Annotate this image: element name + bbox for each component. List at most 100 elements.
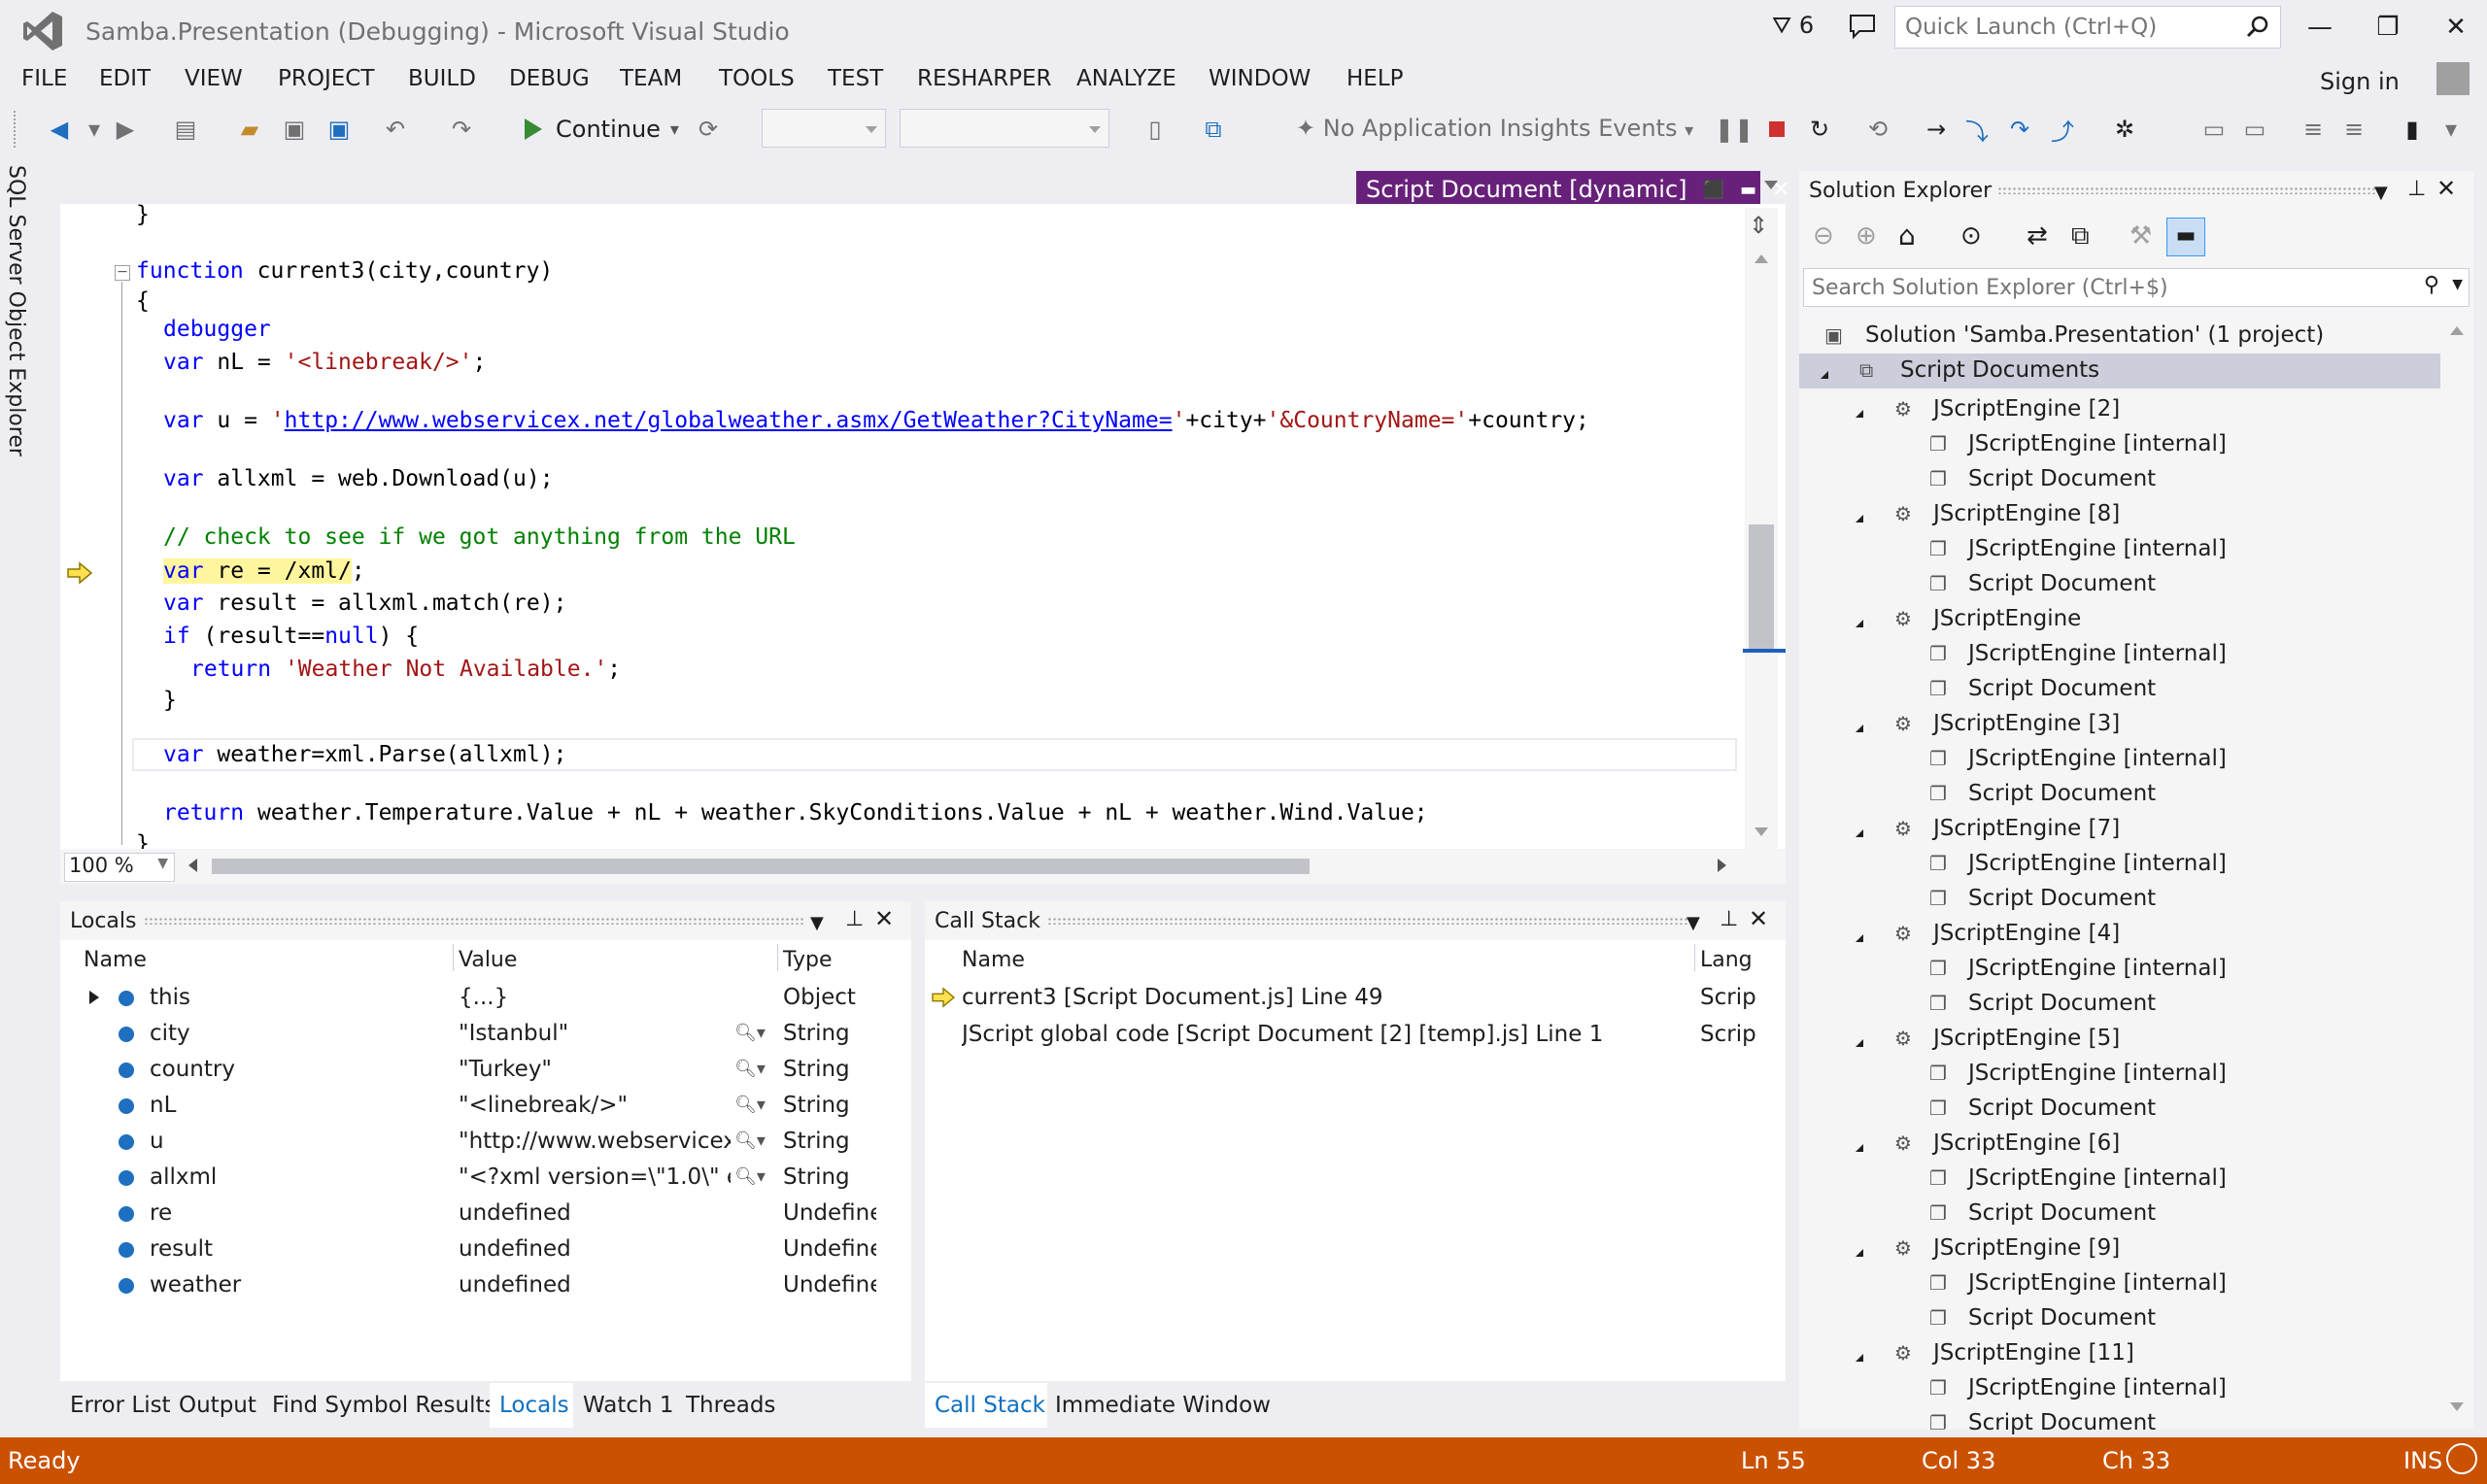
properties-icon[interactable]: ⚒	[2129, 221, 2152, 251]
navigate-forward-button[interactable]: ▶	[109, 113, 142, 146]
attach-button[interactable]: ⧉	[1197, 113, 1230, 146]
script-node[interactable]: JScriptEngine [internal]	[1968, 431, 2227, 456]
tab-immediate-window[interactable]: Immediate Window	[1055, 1393, 1271, 1418]
call-stack-frame-name[interactable]: current3 [Script Document.js] Line 49	[962, 985, 1383, 1010]
redo-button[interactable]: ↷	[445, 113, 478, 146]
engine-label[interactable]: JScriptEngine [11]	[1933, 1340, 2134, 1366]
call-stack-frame-lang[interactable]: Scrip	[1700, 1022, 1758, 1047]
visualizer-icon[interactable]: 🔍︎▾	[734, 1130, 766, 1151]
expanded-triangle-icon[interactable]	[1821, 363, 1828, 379]
pin-icon[interactable]: ⬛	[1703, 180, 1724, 200]
comment-button[interactable]: ≡	[2297, 113, 2330, 146]
script-node[interactable]: Script Document	[1968, 466, 2156, 491]
local-value[interactable]: "Turkey"	[459, 1057, 731, 1082]
refresh-button[interactable]: ⟳	[692, 113, 725, 146]
restart-button[interactable]: ↻	[1803, 113, 1836, 146]
close-panel-icon[interactable]: ✕	[874, 905, 894, 932]
format-button[interactable]: ▭	[2197, 113, 2231, 146]
expanded-triangle-icon[interactable]	[1856, 717, 1863, 732]
call-stack-frame-lang[interactable]: Scrip	[1700, 985, 1758, 1010]
expanded-triangle-icon[interactable]	[1856, 1346, 1863, 1362]
local-value[interactable]: undefined	[459, 1236, 731, 1262]
engine-label[interactable]: JScriptEngine [7]	[1933, 816, 2120, 841]
close-window-button[interactable]: ✕	[2429, 8, 2483, 47]
script-node[interactable]: Script Document	[1968, 886, 2156, 911]
quick-launch[interactable]	[1894, 6, 2281, 49]
back-icon[interactable]: ⊖	[1813, 221, 1834, 251]
solution-tree-scrollbar[interactable]	[2446, 319, 2470, 1426]
local-value[interactable]: {...}	[459, 985, 731, 1010]
engine-label[interactable]: JScriptEngine [4]	[1933, 921, 2120, 946]
editor-margin[interactable]	[60, 208, 119, 853]
tab-error-list[interactable]: Error List	[70, 1393, 171, 1418]
menu-project[interactable]: PROJECT	[278, 66, 374, 91]
solution-node[interactable]: Solution 'Samba.Presentation' (1 project…	[1865, 322, 2324, 348]
script-node[interactable]: JScriptEngine [internal]	[1968, 1270, 2227, 1296]
notifications-button[interactable]: ⛛ 6	[1772, 12, 1814, 39]
expanded-triangle-icon[interactable]	[1856, 1136, 1863, 1152]
step-into-button[interactable]: ⤵	[1960, 113, 1993, 146]
solution-platform-select[interactable]	[900, 109, 1109, 148]
step-over-button[interactable]: ↷	[2003, 113, 2036, 146]
solution-search-input[interactable]	[1804, 269, 2397, 306]
script-node[interactable]: JScriptEngine [internal]	[1968, 536, 2227, 561]
pin-icon[interactable]: ⊥	[845, 907, 864, 931]
menu-file[interactable]: FILE	[21, 66, 67, 91]
menu-view[interactable]: VIEW	[185, 66, 243, 91]
panel-menu-icon[interactable]: ▼	[2374, 183, 2388, 203]
show-next-statement-button[interactable]: →	[1920, 113, 1953, 146]
breakpoints-button[interactable]: ✲	[2108, 113, 2141, 146]
scroll-right-icon[interactable]	[1718, 859, 1726, 872]
tab-watch-1[interactable]: Watch 1	[583, 1393, 674, 1418]
script-node[interactable]: Script Document	[1968, 571, 2156, 596]
avatar[interactable]	[2436, 62, 2470, 95]
device-button[interactable]: ▯	[1139, 113, 1172, 146]
expanded-triangle-icon[interactable]	[1856, 927, 1863, 942]
feedback-icon[interactable]	[1848, 12, 1877, 41]
split-window-icon[interactable]: ⇕	[1749, 212, 1768, 239]
script-node[interactable]: JScriptEngine [internal]	[1968, 641, 2227, 666]
local-value[interactable]: "<linebreak/>"	[459, 1093, 731, 1118]
menu-edit[interactable]: EDIT	[99, 66, 151, 91]
zoom-select[interactable]: 100 % ▼	[64, 853, 175, 882]
preview-selected-icon[interactable]: ▬	[2166, 218, 2205, 256]
menu-build[interactable]: BUILD	[408, 66, 476, 91]
expanded-triangle-icon[interactable]	[1856, 822, 1863, 837]
scroll-up-icon[interactable]	[2450, 326, 2464, 335]
script-documents-node[interactable]: Script Documents	[1900, 357, 2099, 383]
column-header-name[interactable]: Name	[962, 948, 1025, 972]
visualizer-icon[interactable]: 🔍︎▾	[734, 1166, 766, 1187]
save-all-button[interactable]: ▣	[323, 113, 356, 146]
panel-grip[interactable]	[1997, 186, 2376, 194]
sign-in-link[interactable]: Sign in	[2320, 68, 2400, 95]
pin-icon[interactable]: ⊥	[2407, 177, 2426, 201]
script-node[interactable]: JScriptEngine [internal]	[1968, 746, 2227, 771]
sync-icon[interactable]: ⇄	[2027, 221, 2048, 251]
expanded-triangle-icon[interactable]	[1856, 507, 1863, 523]
restore-button[interactable]: ❐	[2361, 8, 2415, 47]
scroll-left-icon[interactable]	[188, 859, 197, 872]
menu-test[interactable]: TEST	[828, 66, 883, 91]
tab-threads[interactable]: Threads	[686, 1393, 775, 1418]
pending-changes-icon[interactable]: ⊙	[1960, 221, 1982, 251]
step-out-button[interactable]: ⤴	[2046, 113, 2079, 146]
script-node[interactable]: Script Document	[1968, 1305, 2156, 1331]
navigate-back-button[interactable]: ◀	[43, 113, 76, 146]
forward-icon[interactable]: ⊕	[1856, 221, 1877, 251]
menu-window[interactable]: WINDOW	[1209, 66, 1311, 91]
script-node[interactable]: JScriptEngine [internal]	[1968, 956, 2227, 981]
menu-resharper[interactable]: RESHARPER	[917, 66, 1052, 91]
undo-button[interactable]: ↶	[379, 113, 412, 146]
break-all-button[interactable]: ❚❚	[1715, 113, 1754, 146]
visualizer-icon[interactable]: 🔍︎▾	[734, 1059, 766, 1079]
expand-triangle-icon[interactable]	[89, 991, 99, 1004]
collapse-all-icon[interactable]: ⧉	[2071, 221, 2090, 252]
panel-grip[interactable]	[144, 917, 804, 925]
hot-reload-button[interactable]: ⟲	[1861, 113, 1894, 146]
bookmark-button[interactable]: ▮	[2396, 113, 2429, 146]
preview-icon[interactable]: ▬	[1740, 180, 1756, 200]
call-stack-frame-name[interactable]: JScript global code [Script Document [2]…	[962, 1022, 1603, 1047]
continue-button[interactable]: Continue ▾	[525, 111, 679, 148]
close-panel-icon[interactable]: ✕	[1749, 905, 1768, 932]
engine-label[interactable]: JScriptEngine [2]	[1933, 396, 2120, 422]
